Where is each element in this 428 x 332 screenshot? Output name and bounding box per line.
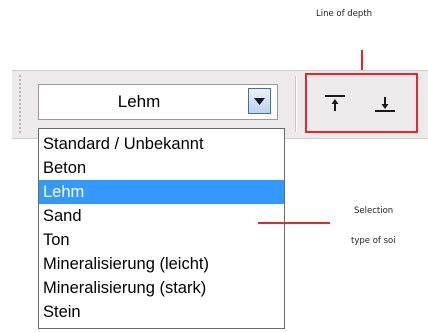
selection-pointer — [258, 222, 330, 224]
depth-bottom-button[interactable] — [370, 88, 400, 118]
soil-option[interactable]: Ton — [39, 228, 284, 252]
soil-type-combobox[interactable]: Lehm — [38, 84, 278, 120]
soil-option[interactable]: Standard / Unbekannt — [39, 132, 284, 156]
toolbar-separator — [295, 76, 297, 132]
soil-option[interactable]: Mineralisierung (leicht) — [39, 252, 284, 276]
soil-option[interactable]: Sand — [39, 204, 284, 228]
soil-type-dropdown-button[interactable] — [248, 88, 271, 114]
soil-type-dropdown-list: Standard / Unbekannt Beton Lehm Sand Ton Mine… — [38, 128, 285, 329]
align-top-icon — [325, 95, 345, 111]
soil-option[interactable]: Lehm — [39, 180, 284, 204]
align-bottom-icon — [375, 97, 395, 112]
depth-top-button[interactable] — [320, 88, 350, 118]
soil-type-selected-value: Lehm — [117, 92, 161, 111]
type-of-soil-annotation: type of soi — [351, 236, 396, 246]
soil-option[interactable]: Mineralisierung (stark) — [39, 276, 284, 300]
chevron-down-icon — [254, 97, 265, 105]
soil-option[interactable]: Beton — [39, 156, 284, 180]
soil-option[interactable]: Stein — [39, 300, 284, 324]
toolbar-grip-handle[interactable] — [19, 75, 23, 133]
line-of-depth-annotation: Line of depth — [316, 9, 373, 19]
selection-annotation: Selection — [354, 206, 394, 216]
